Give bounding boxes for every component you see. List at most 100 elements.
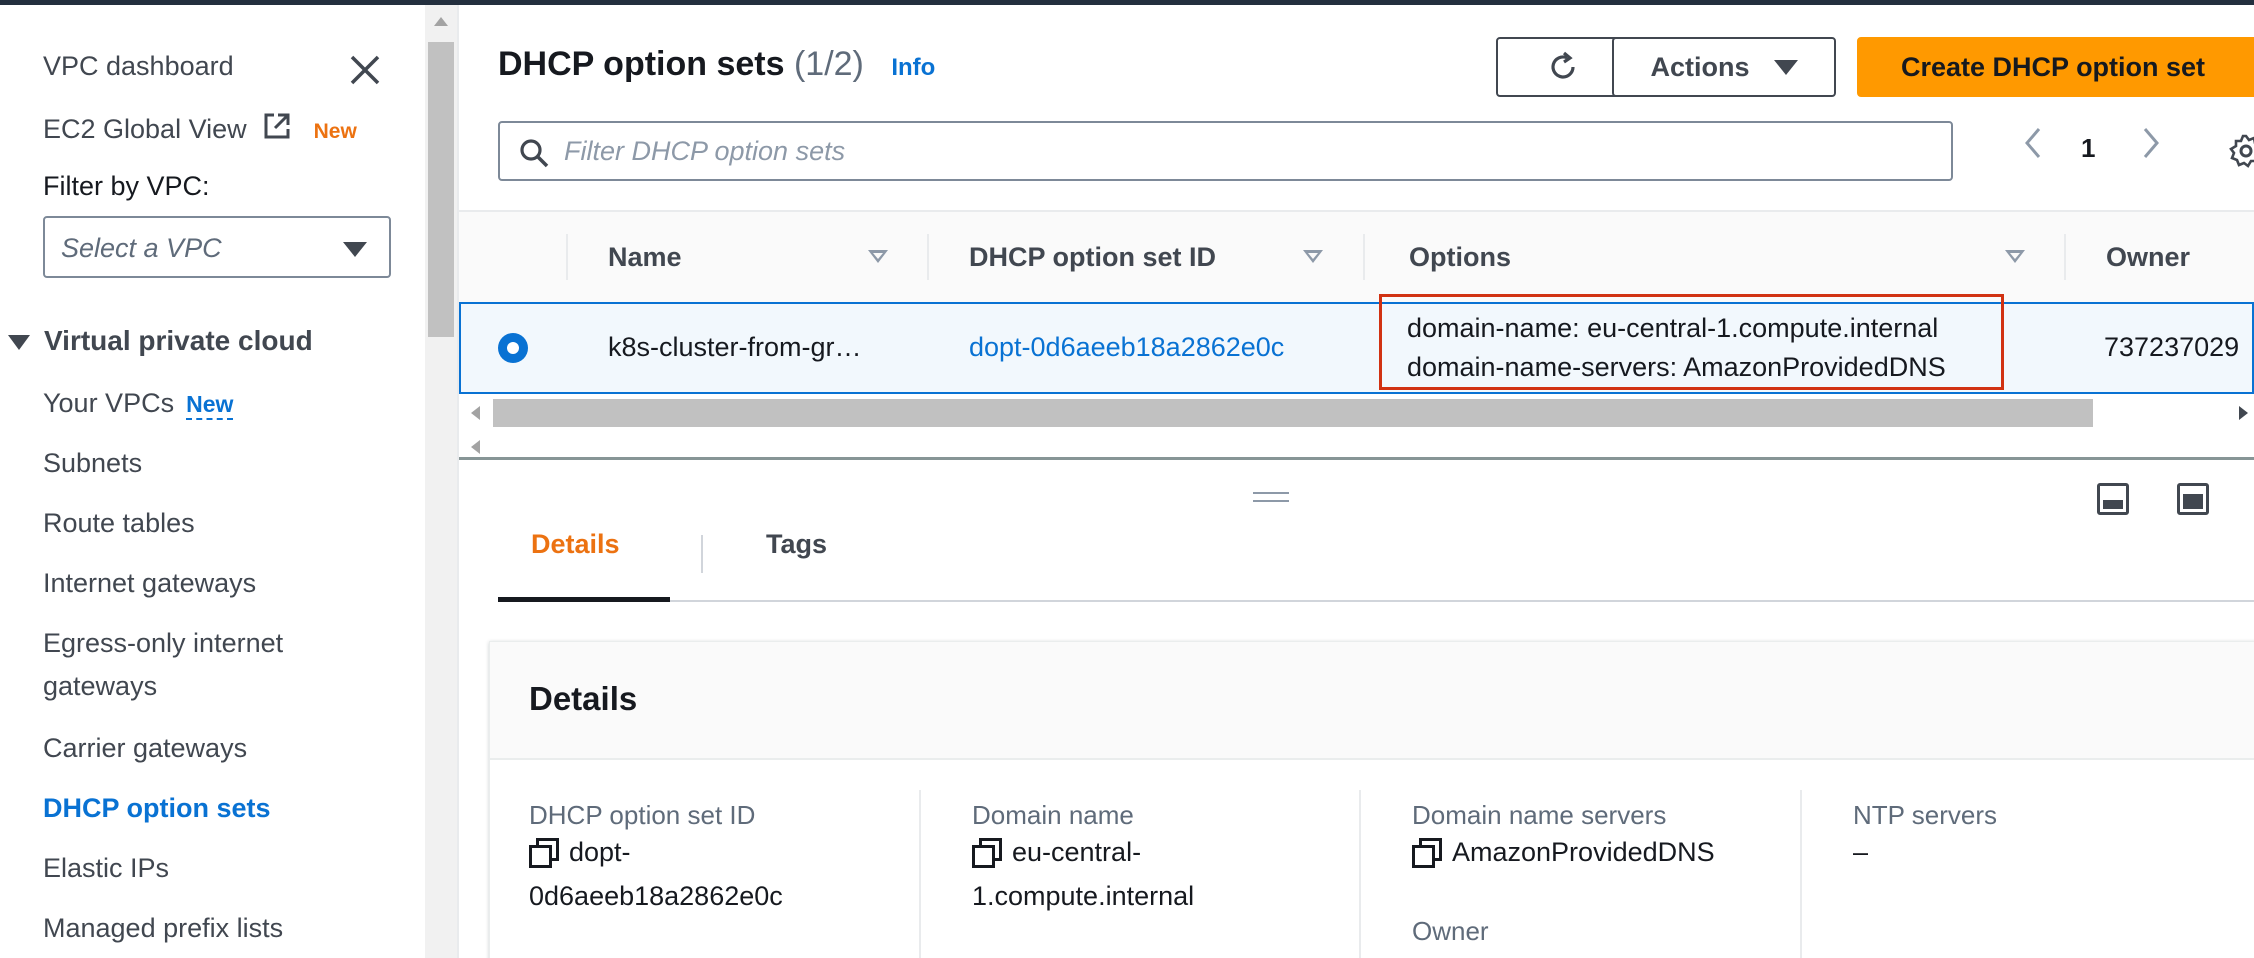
close-icon[interactable] xyxy=(348,53,382,87)
section-virtual-private-cloud[interactable]: Virtual private cloud xyxy=(8,325,313,357)
nav-your-vpcs[interactable]: Your VPCs New xyxy=(43,388,234,420)
external-link-icon xyxy=(264,113,290,139)
label-domain-name: Domain name xyxy=(972,800,1134,830)
nav-egress-only-internet-gateways[interactable]: Egress-only internet xyxy=(43,628,283,659)
card-header: Details xyxy=(490,642,2254,760)
copy-icon[interactable] xyxy=(972,838,1002,868)
scroll-right-icon[interactable] xyxy=(2239,406,2248,420)
column-separator[interactable] xyxy=(1363,234,1365,280)
copy-icon[interactable] xyxy=(1412,838,1442,868)
scroll-left-icon[interactable] xyxy=(471,406,480,420)
new-badge: New xyxy=(313,120,357,143)
gear-icon[interactable] xyxy=(2228,133,2254,169)
cell-name: k8s-cluster-from-gr… xyxy=(608,332,862,362)
column-header-id[interactable]: DHCP option set ID xyxy=(969,242,1216,273)
card-title: Details xyxy=(529,680,638,717)
column-header-options[interactable]: Options xyxy=(1409,242,1511,273)
value-domain-name-part1: eu-central- xyxy=(1012,837,1142,867)
tab-separator xyxy=(701,535,703,573)
refresh-button[interactable] xyxy=(1496,37,1630,97)
current-page[interactable]: 1 xyxy=(2081,133,2095,164)
chevron-left-icon xyxy=(2025,128,2041,158)
nav-vpc-dashboard[interactable]: VPC dashboard xyxy=(43,51,234,82)
nav-ec2-global-view-label: EC2 Global View xyxy=(43,114,247,144)
table-horizontal-scrollbar[interactable] xyxy=(459,394,2254,427)
split-panel-divider[interactable] xyxy=(459,457,2254,460)
new-badge-link[interactable]: New xyxy=(186,391,234,420)
search-icon xyxy=(520,139,549,168)
table-row[interactable]: k8s-cluster-from-gr… dopt-0d6aeeb18a2862… xyxy=(459,294,2254,394)
expand-caret-icon xyxy=(8,335,30,351)
nav-egress-only-internet-gateways-line2[interactable]: gateways xyxy=(43,671,157,702)
value-dhcp-id: dopt- 0d6aeeb18a2862e0c xyxy=(529,830,783,918)
nav-managed-prefix-lists[interactable]: Managed prefix lists xyxy=(43,913,283,944)
active-tab-indicator xyxy=(498,597,670,602)
panel-side-icon[interactable] xyxy=(2177,483,2209,515)
nav-elastic-ips[interactable]: Elastic IPs xyxy=(43,853,169,884)
column-header-name[interactable]: Name xyxy=(608,242,682,273)
cell-owner: 737237029 xyxy=(2104,332,2240,362)
label-domain-name-servers: Domain name servers xyxy=(1412,800,1667,830)
tab-tags[interactable]: Tags xyxy=(766,529,827,560)
value-dhcp-id-part2: 0d6aeeb18a2862e0c xyxy=(529,881,783,911)
row-radio-selected[interactable] xyxy=(498,333,528,363)
refresh-icon xyxy=(1551,51,1575,79)
column-separator xyxy=(1800,790,1802,958)
label-dhcp-id: DHCP option set ID xyxy=(529,800,756,830)
value-ntp-servers: – xyxy=(1853,837,1869,867)
sort-icon[interactable] xyxy=(1303,250,1323,263)
create-label: Create DHCP option set xyxy=(1901,51,2206,82)
panel-bottom-icon[interactable] xyxy=(2097,483,2129,515)
value-domain-name-part2: 1.compute.internal xyxy=(972,881,1195,911)
tab-details[interactable]: Details xyxy=(531,529,620,560)
sort-icon[interactable] xyxy=(868,250,888,263)
details-tabs: Details Tags xyxy=(498,517,2254,602)
actions-dropdown[interactable]: Actions xyxy=(1612,37,1836,97)
nav-subnets[interactable]: Subnets xyxy=(43,448,142,479)
column-separator[interactable] xyxy=(927,234,929,280)
filter-by-vpc-label: Filter by VPC: xyxy=(43,171,210,201)
sidebar-scrollbar[interactable] xyxy=(425,5,457,958)
sort-icon[interactable] xyxy=(2005,250,2025,263)
side-navigation: VPC dashboard EC2 Global View New Filter… xyxy=(0,5,425,958)
info-link[interactable]: Info xyxy=(891,54,935,81)
page-title: DHCP option sets (1/2) Info xyxy=(498,45,935,84)
column-separator xyxy=(1359,790,1361,958)
actions-label: Actions xyxy=(1650,51,1750,82)
column-separator xyxy=(566,234,568,280)
copy-icon[interactable] xyxy=(529,838,559,868)
page-title-text: DHCP option sets xyxy=(498,45,785,83)
scrollbar-thumb[interactable] xyxy=(428,42,454,337)
section-title: Virtual private cloud xyxy=(44,325,313,356)
column-separator[interactable] xyxy=(2064,234,2066,280)
vpc-select[interactable]: Select a VPC xyxy=(43,216,391,278)
nav-carrier-gateways[interactable]: Carrier gateways xyxy=(43,733,247,764)
vpc-select-placeholder: Select a VPC xyxy=(61,233,222,263)
label-ntp-servers: NTP servers xyxy=(1853,800,1997,830)
column-separator xyxy=(919,790,921,958)
filter-input[interactable] xyxy=(564,133,1914,169)
cell-dhcp-id-link[interactable]: dopt-0d6aeeb18a2862e0c xyxy=(969,332,1284,363)
nav-dhcp-option-sets[interactable]: DHCP option sets xyxy=(43,793,271,824)
previous-page-button[interactable] xyxy=(2019,123,2045,170)
filter-bar xyxy=(498,121,1953,181)
chevron-right-icon xyxy=(2143,128,2159,158)
main-content: DHCP option sets (1/2) Info Actions Crea… xyxy=(459,5,2254,958)
scroll-left-icon[interactable] xyxy=(471,440,480,454)
nav-ec2-global-view[interactable]: EC2 Global View New xyxy=(43,111,357,145)
drag-handle-icon[interactable] xyxy=(1253,492,1289,502)
value-domain-name-servers: AmazonProvidedDNS xyxy=(1412,830,1715,874)
nav-route-tables[interactable]: Route tables xyxy=(43,508,195,539)
scrollbar-thumb[interactable] xyxy=(493,399,2093,427)
details-card: Details DHCP option set ID dopt- 0d6aeeb… xyxy=(489,641,2254,958)
column-header-owner[interactable]: Owner xyxy=(2106,242,2190,273)
scroll-up-icon[interactable] xyxy=(434,17,448,26)
create-dhcp-option-set-button[interactable]: Create DHCP option set xyxy=(1857,37,2254,97)
nav-internet-gateways[interactable]: Internet gateways xyxy=(43,568,256,599)
label-owner: Owner xyxy=(1412,916,1489,946)
selection-count: (1/2) xyxy=(793,45,864,83)
caret-down-icon xyxy=(343,242,367,257)
next-page-button[interactable] xyxy=(2139,123,2165,170)
nav-your-vpcs-label: Your VPCs xyxy=(43,388,175,418)
value-domain-name: eu-central- 1.compute.internal xyxy=(972,830,1194,918)
